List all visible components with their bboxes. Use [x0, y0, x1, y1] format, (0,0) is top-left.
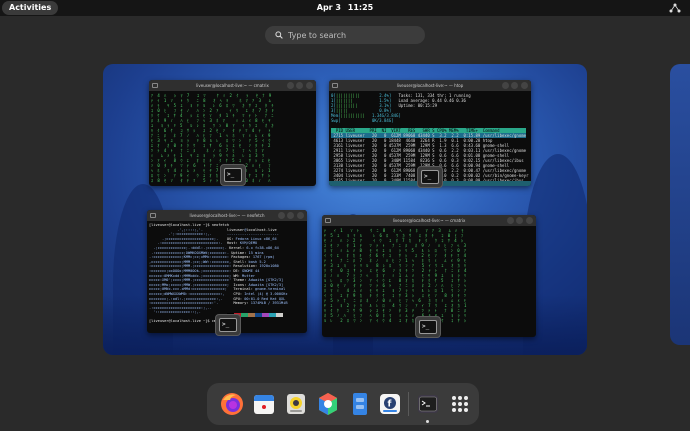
search-icon[interactable]	[502, 82, 509, 89]
terminal-glyph: >_	[224, 168, 242, 182]
dash: f	[207, 383, 479, 425]
terminal-app-icon: >_	[220, 164, 246, 186]
top-bar: Activities Apr 3 11:25	[0, 0, 690, 16]
firefox-icon[interactable]	[219, 391, 245, 417]
network-icon[interactable]	[668, 3, 682, 13]
new-tab-icon[interactable]	[150, 213, 156, 218]
dash-separator	[408, 392, 409, 416]
search-bar[interactable]	[265, 26, 425, 44]
workspace-thumbnail[interactable]: liveuser@localhost-live:~ — cmatrix ｱ 4 …	[103, 64, 587, 355]
close-icon[interactable]	[521, 82, 528, 89]
terminal-app-icon: >_	[215, 314, 241, 336]
calendar-icon[interactable]	[251, 391, 277, 417]
next-workspace-thumbnail[interactable]	[670, 64, 690, 345]
terminal-app-icon: >_	[417, 166, 443, 188]
window-title: liveuser@localhost-live:~ — htop	[396, 83, 464, 88]
close-icon[interactable]	[297, 212, 304, 219]
window-title: liveuser@localhost-live:~ — cmatrix	[196, 83, 269, 88]
search-icon[interactable]	[287, 82, 294, 89]
close-icon[interactable]	[306, 82, 313, 89]
svg-text:f: f	[388, 400, 392, 410]
terminal-app-icon: >_	[415, 316, 441, 338]
terminal-glyph: >_	[421, 170, 439, 184]
neofetch-output: [liveuser@localhost-live ~]$ neofetch .'…	[149, 223, 288, 324]
search-icon	[275, 31, 283, 39]
running-indicator	[426, 420, 429, 423]
grid-icon[interactable]	[447, 391, 473, 417]
clock-time: 11:25	[347, 3, 374, 12]
terminal-glyph: >_	[219, 318, 237, 332]
window-titlebar[interactable]: liveuser@localhost-live:~ — cmatrix	[149, 80, 316, 91]
window-titlebar[interactable]: liveuser@localhost-live:~ — neofetch	[147, 210, 307, 221]
matrix-rain: ﾃ ｲ 1 ｿ ﾄ ｳ ﾆ 8 ｵ ﾍ ｷ ﾎ ﾏ ｱ 3 ﾑ ﾒ ﾓ ﾔ 5 …	[324, 228, 468, 323]
clock-date: Apr 3	[316, 3, 341, 12]
terminal-glyph: >_	[419, 320, 437, 334]
menu-icon[interactable]	[511, 82, 518, 89]
new-tab-icon[interactable]	[152, 83, 158, 88]
close-icon[interactable]	[526, 217, 533, 224]
search-icon[interactable]	[278, 212, 285, 219]
software-icon[interactable]	[315, 391, 341, 417]
files-icon[interactable]	[347, 391, 373, 417]
new-tab-icon[interactable]	[332, 83, 338, 88]
window-title: liveuser@localhost-live:~ — cmatrix	[392, 218, 466, 223]
window-title: liveuser@localhost-live:~ — neofetch	[189, 213, 265, 218]
search-icon[interactable]	[507, 217, 514, 224]
menu-icon[interactable]	[287, 212, 294, 219]
terminal-icon[interactable]	[415, 391, 441, 417]
window-titlebar[interactable]: liveuser@localhost-live:~ — htop	[329, 80, 531, 91]
new-tab-icon[interactable]	[325, 218, 331, 223]
clock[interactable]: Apr 3 11:25	[0, 2, 690, 14]
menu-icon[interactable]	[296, 82, 303, 89]
fedora-installer-icon[interactable]: f	[377, 391, 403, 417]
window-titlebar[interactable]: liveuser@localhost-live:~ — cmatrix	[322, 215, 536, 226]
search-input[interactable]	[288, 30, 408, 40]
menu-icon[interactable]	[516, 217, 523, 224]
rhythmbox-icon[interactable]	[283, 391, 309, 417]
